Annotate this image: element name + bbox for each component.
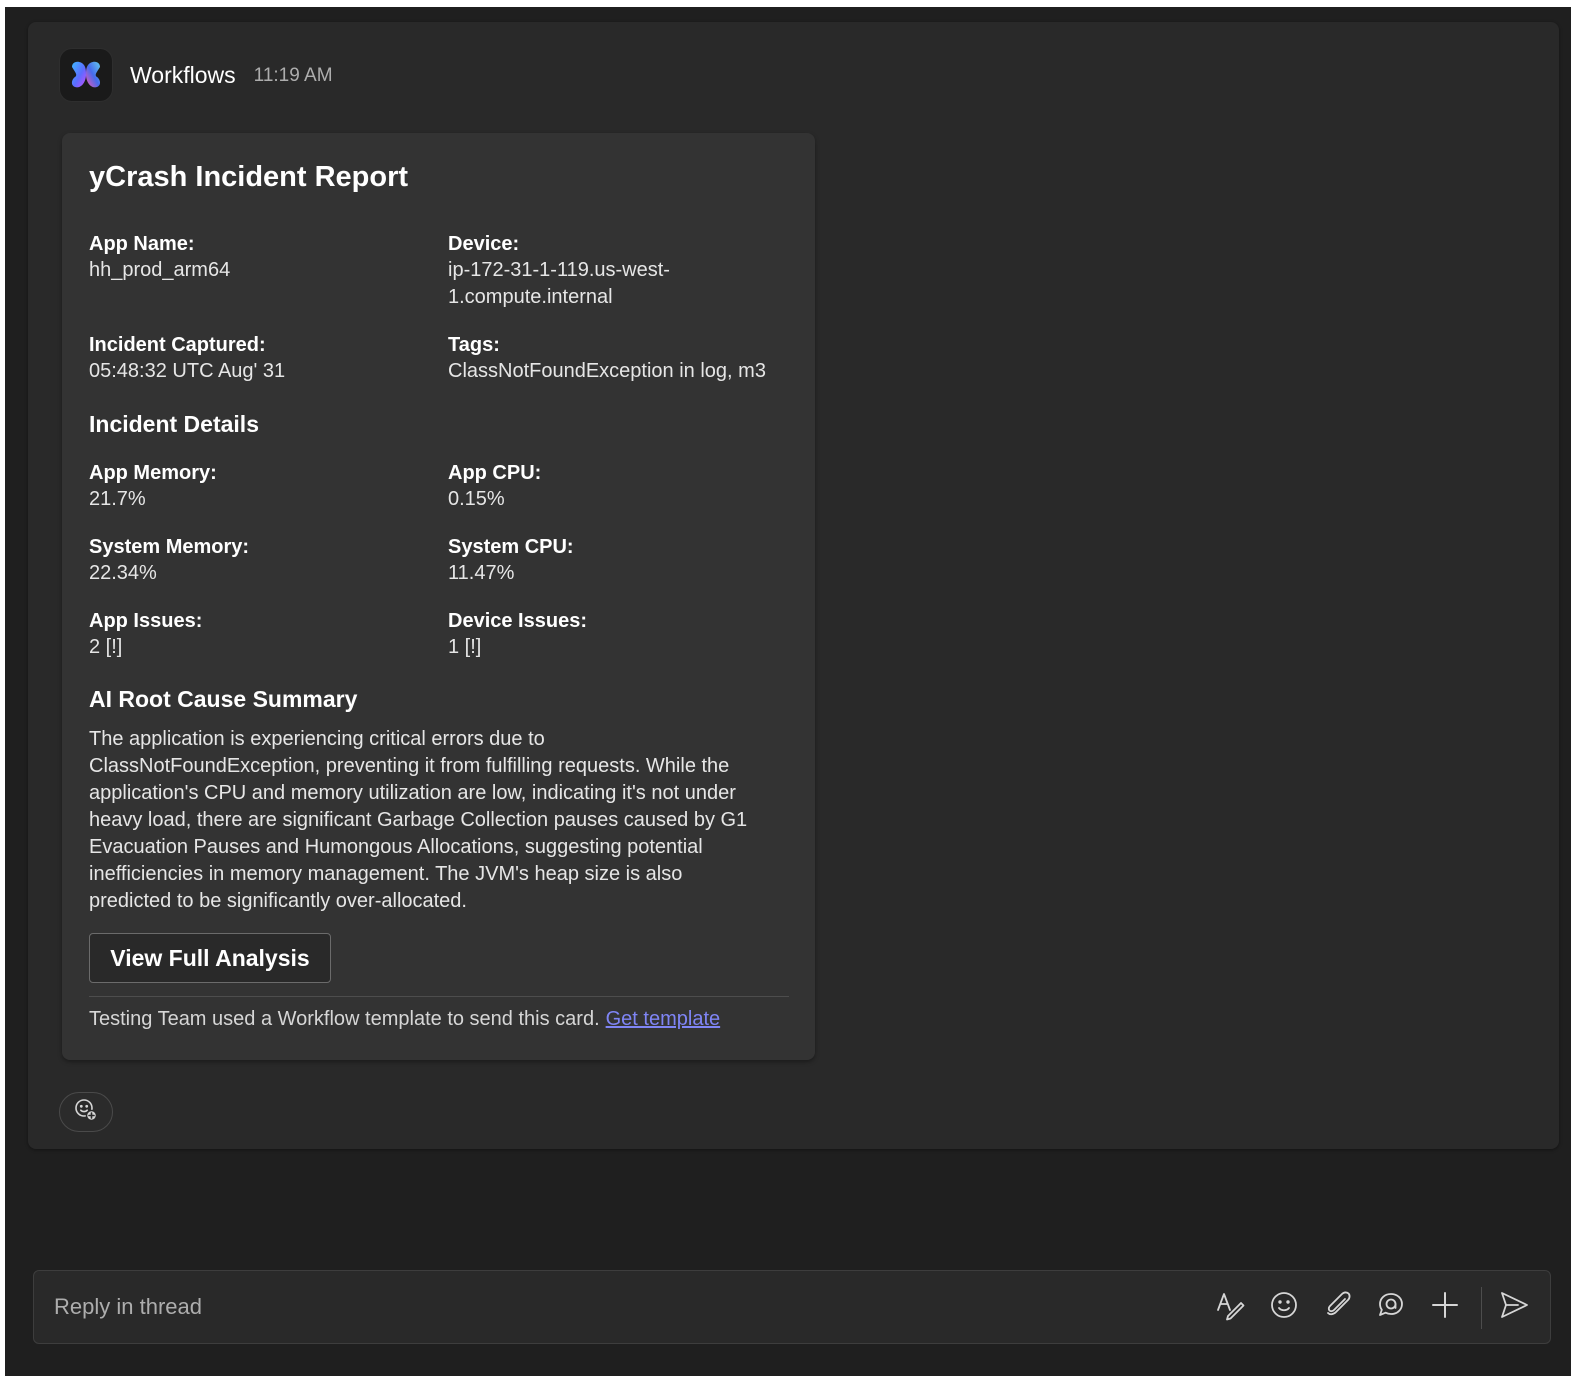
- message-header: Workflows 11:19 AM: [60, 49, 333, 101]
- get-template-link[interactable]: Get template: [606, 1008, 721, 1030]
- device-value-line2: 1.compute.internal: [448, 286, 613, 308]
- system-memory-value: 22.34%: [89, 562, 157, 584]
- app-memory-label: App Memory:: [89, 462, 217, 484]
- tags-value: ClassNotFoundException in log, m3: [448, 360, 766, 382]
- summary-line: Evacuation Pauses and Humongous Allocati…: [89, 836, 703, 858]
- summary-line: The application is experiencing critical…: [89, 728, 545, 750]
- incident-details-heading: Incident Details: [89, 411, 259, 437]
- more-actions-button[interactable]: [1427, 1289, 1463, 1325]
- incident-captured-label: Incident Captured:: [89, 334, 266, 356]
- loop-component-button[interactable]: [1373, 1289, 1409, 1325]
- format-text-button[interactable]: [1212, 1289, 1248, 1325]
- app-memory-value: 21.7%: [89, 488, 146, 510]
- add-reaction-button[interactable]: [59, 1092, 113, 1132]
- app-cpu-label: App CPU:: [448, 462, 542, 484]
- system-memory-label: System Memory:: [89, 536, 250, 558]
- card-footer: Testing Team used a Workflow template to…: [89, 1008, 720, 1031]
- summary-line: inefficiencies in memory management. The…: [89, 863, 683, 885]
- message-thread: Workflows 11:19 AM yCrash Incident Repor…: [28, 22, 1559, 1149]
- device-value-line1: ip-172-31-1-119.us-west-: [448, 259, 670, 281]
- system-cpu-label: System CPU:: [448, 536, 574, 558]
- system-cpu-value: 11.47%: [448, 562, 515, 584]
- view-full-analysis-button[interactable]: View Full Analysis: [89, 933, 331, 983]
- emoji-icon: [1269, 1290, 1299, 1325]
- summary-line: predicted to be significantly over-alloc…: [89, 890, 467, 912]
- send-button[interactable]: [1496, 1289, 1532, 1325]
- message-timestamp: 11:19 AM: [253, 65, 333, 86]
- toolbar-divider: [1481, 1287, 1482, 1329]
- attach-file-button[interactable]: [1320, 1289, 1356, 1325]
- incident-captured-value: 05:48:32 UTC Aug' 31: [89, 360, 286, 382]
- root-cause-summary: The application is experiencing critical…: [89, 726, 789, 915]
- root-cause-heading: AI Root Cause Summary: [89, 686, 358, 712]
- reply-composer: [33, 1270, 1551, 1344]
- send-icon: [1498, 1289, 1530, 1326]
- app-name-value: hh_prod_arm64: [89, 259, 231, 281]
- card-title: yCrash Incident Report: [89, 161, 409, 193]
- plus-icon: [1430, 1290, 1460, 1325]
- card-divider: [89, 996, 789, 997]
- tags-label: Tags:: [448, 334, 500, 356]
- device-issues-value: 1 [!]: [448, 636, 482, 658]
- app-name-label: App Name:: [89, 233, 195, 255]
- footer-text: Testing Team used a Workflow template to…: [89, 1008, 600, 1030]
- summary-line: application's CPU and memory utilization…: [89, 782, 736, 804]
- summary-line: ClassNotFoundException, preventing it fr…: [89, 755, 730, 777]
- emoji-button[interactable]: [1266, 1289, 1302, 1325]
- workflows-logo-icon[interactable]: [60, 49, 112, 101]
- device-label: Device:: [448, 233, 520, 255]
- reply-input[interactable]: [54, 1289, 1154, 1325]
- loop-component-icon: [1376, 1290, 1406, 1325]
- summary-line: heavy load, there are significant Garbag…: [89, 809, 748, 831]
- app-issues-value: 2 [!]: [89, 636, 123, 658]
- add-reaction-icon: [73, 1097, 99, 1128]
- sender-name[interactable]: Workflows: [130, 62, 236, 89]
- app-window: Workflows 11:19 AM yCrash Incident Repor…: [5, 7, 1571, 1376]
- app-cpu-value: 0.15%: [448, 488, 505, 510]
- device-issues-label: Device Issues:: [448, 610, 587, 632]
- attach-icon: [1323, 1290, 1353, 1325]
- app-issues-label: App Issues:: [89, 610, 203, 632]
- incident-card: yCrash Incident Report App Name: hh_prod…: [62, 133, 815, 1060]
- format-text-icon: [1214, 1289, 1246, 1326]
